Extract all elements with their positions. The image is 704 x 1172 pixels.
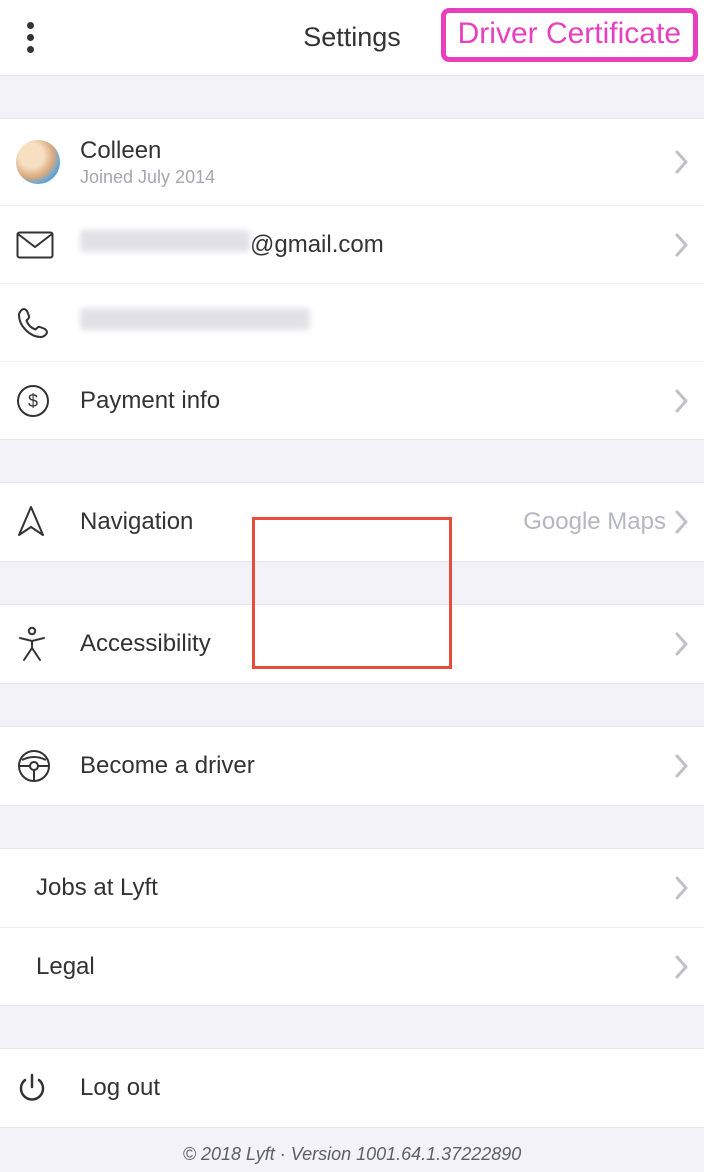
chevron-right-icon — [674, 388, 690, 414]
page-title: Settings — [303, 22, 401, 53]
navigation-label: Navigation — [80, 508, 523, 536]
svg-text:$: $ — [28, 391, 38, 411]
profile-name: Colleen — [80, 137, 215, 165]
accessibility-row[interactable]: Accessibility — [0, 605, 704, 683]
chevron-right-icon — [674, 875, 690, 901]
chevron-right-icon — [674, 753, 690, 779]
section-gap — [0, 76, 704, 118]
become-driver-row[interactable]: Become a driver — [0, 727, 704, 805]
driver-certificate-badge[interactable]: Driver Certificate — [441, 8, 698, 62]
avatar-wrap — [16, 140, 80, 184]
more-vertical-icon — [27, 22, 34, 53]
jobs-row[interactable]: Jobs at Lyft — [0, 849, 704, 927]
legal-row[interactable]: Legal — [0, 927, 704, 1005]
jobs-label: Jobs at Lyft — [36, 874, 674, 902]
payment-row[interactable]: $ Payment info — [0, 361, 704, 439]
phone-row[interactable] — [0, 283, 704, 361]
section-gap — [0, 440, 704, 482]
section-gap — [0, 684, 704, 726]
phone-value — [80, 308, 690, 337]
navigation-row[interactable]: Navigation Google Maps — [0, 483, 704, 561]
accessibility-icon — [16, 626, 48, 662]
steering-wheel-icon — [16, 748, 52, 784]
driver-section: Become a driver — [0, 726, 704, 806]
become-driver-label: Become a driver — [80, 752, 674, 780]
mail-icon — [16, 231, 54, 259]
menu-button[interactable] — [0, 0, 60, 75]
account-section: Colleen Joined July 2014 @gmail.com — [0, 118, 704, 440]
accessibility-label: Accessibility — [80, 630, 674, 658]
logout-label: Log out — [80, 1074, 690, 1102]
power-icon — [16, 1072, 48, 1104]
phone-icon — [16, 306, 50, 340]
navigation-icon — [16, 505, 46, 539]
chevron-right-icon — [674, 509, 690, 535]
logout-section: Log out — [0, 1048, 704, 1128]
navigation-section: Navigation Google Maps — [0, 482, 704, 562]
payment-label: Payment info — [80, 387, 674, 415]
info-section: Jobs at Lyft Legal — [0, 848, 704, 1006]
dollar-icon: $ — [16, 384, 50, 418]
email-row[interactable]: @gmail.com — [0, 205, 704, 283]
header-bar: Settings Driver Certificate — [0, 0, 704, 76]
footer-text: © 2018 Lyft · Version 1001.64.1.37222890 — [0, 1128, 704, 1172]
legal-label: Legal — [36, 953, 674, 981]
accessibility-section: Accessibility — [0, 604, 704, 684]
navigation-value: Google Maps — [523, 508, 666, 536]
logout-row[interactable]: Log out — [0, 1049, 704, 1127]
avatar — [16, 140, 60, 184]
chevron-right-icon — [674, 631, 690, 657]
profile-row[interactable]: Colleen Joined July 2014 — [0, 119, 704, 205]
section-gap — [0, 562, 704, 604]
section-gap — [0, 1006, 704, 1048]
chevron-right-icon — [674, 149, 690, 175]
chevron-right-icon — [674, 232, 690, 258]
chevron-right-icon — [674, 954, 690, 980]
profile-joined: Joined July 2014 — [80, 167, 215, 188]
section-gap — [0, 806, 704, 848]
email-value: @gmail.com — [80, 230, 674, 259]
